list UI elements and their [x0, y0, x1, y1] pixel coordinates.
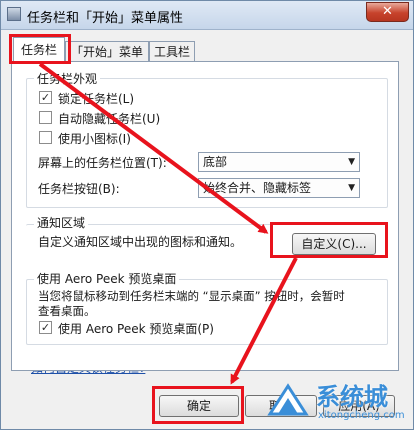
watermark-logo-icon	[267, 383, 309, 416]
arrow-customize-to-ok	[230, 257, 298, 385]
annotation-arrows	[38, 62, 298, 385]
watermark-url: xitongcheng.com	[318, 410, 405, 421]
arrow-tab-to-customize	[38, 62, 269, 234]
watermark-title: 系统城	[316, 383, 388, 411]
